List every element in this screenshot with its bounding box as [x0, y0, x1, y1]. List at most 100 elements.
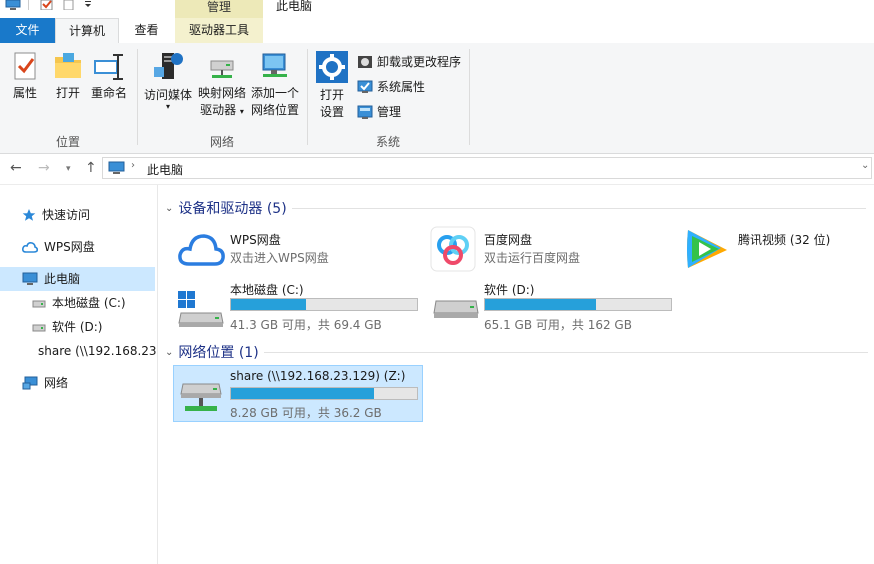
- d-drive-name: 软件 (D:): [484, 283, 535, 297]
- sidebar-item-c-drive[interactable]: 本地磁盘 (C:): [32, 292, 126, 314]
- back-arrow-icon[interactable]: ←: [10, 160, 22, 176]
- system-group-label: 系统: [375, 135, 400, 149]
- sidebar-item-label: share (\\192.168.23.129) (Z:): [38, 344, 156, 358]
- sidebar-item-label: 网络: [44, 376, 69, 390]
- wps-cloud-icon: [178, 234, 225, 266]
- navigation-bar: ← → ▾ ↑ › 此电脑 ⌄: [0, 154, 874, 185]
- network-drive-icon: [180, 383, 222, 411]
- system-properties-label: 系统属性: [377, 80, 426, 94]
- breadcrumb-separator-icon: ›: [131, 160, 135, 171]
- rename-label: 重命名: [90, 86, 127, 100]
- ribbon: 属性 打开 重命名 位置 访问媒体 ▾ 映射网络 驱动器 ▾ 添加一个 网络位置…: [0, 43, 874, 154]
- tab-view[interactable]: 查看: [119, 18, 174, 43]
- add-location-label-2: 网络位置: [250, 103, 299, 117]
- properties-icon: [14, 52, 36, 80]
- devices-section-header[interactable]: ⌄ 设备和驱动器 (5): [165, 198, 866, 218]
- share-drive-usage-fill: [231, 388, 375, 399]
- sidebar-item-label: 本地磁盘 (C:): [52, 296, 126, 310]
- title-bar: [0, 0, 874, 18]
- baidu-subtitle: 双击运行百度网盘: [484, 251, 581, 265]
- map-drive-label-2: 驱动器: [200, 103, 237, 117]
- sidebar-item-quick-access[interactable]: 快速访问: [22, 204, 90, 226]
- properties-quick-icon[interactable]: [40, 0, 54, 10]
- sidebar-item-share-drive[interactable]: share (\\192.168.23.129) (Z:): [32, 340, 156, 362]
- sidebar-item-wps-cloud[interactable]: WPS网盘: [22, 236, 95, 258]
- network-group-label: 网络: [209, 135, 234, 149]
- uninstall-label: 卸载或更改程序: [377, 55, 462, 69]
- ribbon-separator: [307, 49, 308, 145]
- system-properties-icon: [357, 80, 373, 93]
- share-drive-capacity: 8.28 GB 可用，共 36.2 GB: [230, 406, 382, 420]
- tencent-video-icon: [687, 230, 727, 268]
- add-location-label-1: 添加一个: [250, 86, 299, 100]
- system-drive-icon: [178, 291, 224, 327]
- wps-cloud-tile[interactable]: WPS网盘 双击进入WPS网盘: [175, 226, 425, 272]
- open-settings-label-2: 设置: [319, 105, 344, 119]
- d-drive-tile[interactable]: 软件 (D:) 65.1 GB 可用，共 162 GB: [430, 279, 680, 332]
- location-group-label: 位置: [55, 135, 80, 149]
- collapse-chevron-icon: ⌄: [165, 346, 174, 358]
- c-drive-tile[interactable]: 本地磁盘 (C:) 41.3 GB 可用，共 69.4 GB: [175, 279, 425, 332]
- properties-label: 属性: [12, 86, 37, 100]
- map-network-drive-button[interactable]: 映射网络 驱动器 ▾: [196, 51, 248, 120]
- c-drive-capacity: 41.3 GB 可用，共 69.4 GB: [230, 318, 382, 332]
- add-network-location-button[interactable]: 添加一个 网络位置: [248, 51, 302, 119]
- add-location-icon: [262, 53, 287, 77]
- tab-drive-tools[interactable]: 驱动器工具: [175, 18, 263, 43]
- sidebar-item-this-pc[interactable]: 此电脑: [22, 268, 80, 290]
- sidebar-item-label: 此电脑: [44, 272, 81, 286]
- sidebar-item-d-drive[interactable]: 软件 (D:): [32, 316, 102, 338]
- sidebar-item-network[interactable]: 网络: [22, 372, 68, 394]
- forward-arrow-icon[interactable]: →: [38, 160, 50, 176]
- breadcrumb-this-pc[interactable]: 此电脑: [147, 161, 183, 178]
- network-locations-heading: 网络位置 (1): [178, 345, 259, 361]
- manage-button[interactable]: 管理: [357, 104, 401, 120]
- up-arrow-icon[interactable]: ↑: [85, 160, 97, 176]
- ribbon-separator: [137, 49, 138, 145]
- manage-icon: [357, 105, 373, 119]
- ribbon-separator: [469, 49, 470, 145]
- share-drive-tile[interactable]: share (\\192.168.23.129) (Z:) 8.28 GB 可用…: [173, 365, 423, 422]
- uninstall-program-button[interactable]: 卸载或更改程序: [357, 54, 461, 70]
- access-media-button[interactable]: 访问媒体 ▾: [142, 51, 194, 111]
- tab-computer[interactable]: 计算机: [55, 18, 119, 44]
- address-dropdown-icon[interactable]: ⌄: [861, 160, 869, 171]
- open-settings-button[interactable]: 打开 设置: [313, 51, 351, 121]
- wps-name: WPS网盘: [230, 233, 281, 247]
- navigation-pane: 快速访问 WPS网盘 此电脑 本地磁盘 (C:) 软件 (D:) share (…: [0, 185, 158, 564]
- uninstall-icon: [358, 56, 372, 68]
- rename-icon: [94, 54, 123, 80]
- baidu-name: 百度网盘: [484, 233, 533, 247]
- baidu-netdisk-tile[interactable]: 百度网盘 双击运行百度网盘: [430, 226, 680, 272]
- c-drive-usage-fill: [231, 299, 307, 310]
- open-label: 打开: [55, 86, 80, 100]
- tab-file[interactable]: 文件: [0, 18, 55, 43]
- drive-icon: [32, 324, 46, 332]
- sidebar-item-label: WPS网盘: [44, 240, 95, 254]
- computer-icon: [22, 272, 38, 285]
- tencent-video-tile[interactable]: 腾讯视频 (32 位): [683, 226, 863, 272]
- c-drive-usage-bar: [230, 298, 418, 311]
- rename-button[interactable]: 重命名: [89, 51, 129, 102]
- share-drive-usage-bar: [230, 387, 418, 400]
- map-drive-label-1: 映射网络: [197, 86, 246, 100]
- baidu-netdisk-icon: [430, 226, 476, 272]
- address-bar[interactable]: › 此电脑 ⌄: [102, 157, 872, 179]
- manage-context-label: 管理: [175, 0, 263, 18]
- media-server-icon: [154, 53, 183, 79]
- new-folder-quick-icon[interactable]: [63, 0, 75, 10]
- drive-icon: [32, 300, 46, 308]
- cloud-icon: [22, 242, 38, 253]
- d-drive-usage-fill: [485, 299, 597, 310]
- manage-label: 管理: [377, 105, 402, 119]
- collapse-chevron-icon: ⌄: [165, 202, 174, 214]
- open-button[interactable]: 打开: [49, 51, 87, 102]
- recent-locations-icon[interactable]: ▾: [66, 164, 71, 174]
- system-properties-button[interactable]: 系统属性: [357, 79, 425, 95]
- d-drive-capacity: 65.1 GB 可用，共 162 GB: [484, 318, 632, 332]
- properties-button[interactable]: 属性: [6, 51, 44, 102]
- network-locations-section-header[interactable]: ⌄ 网络位置 (1): [165, 342, 868, 362]
- access-media-label: 访问媒体: [143, 88, 192, 102]
- customize-toolbar-icon[interactable]: [83, 0, 93, 10]
- dropdown-arrow-icon: ▾: [239, 107, 244, 116]
